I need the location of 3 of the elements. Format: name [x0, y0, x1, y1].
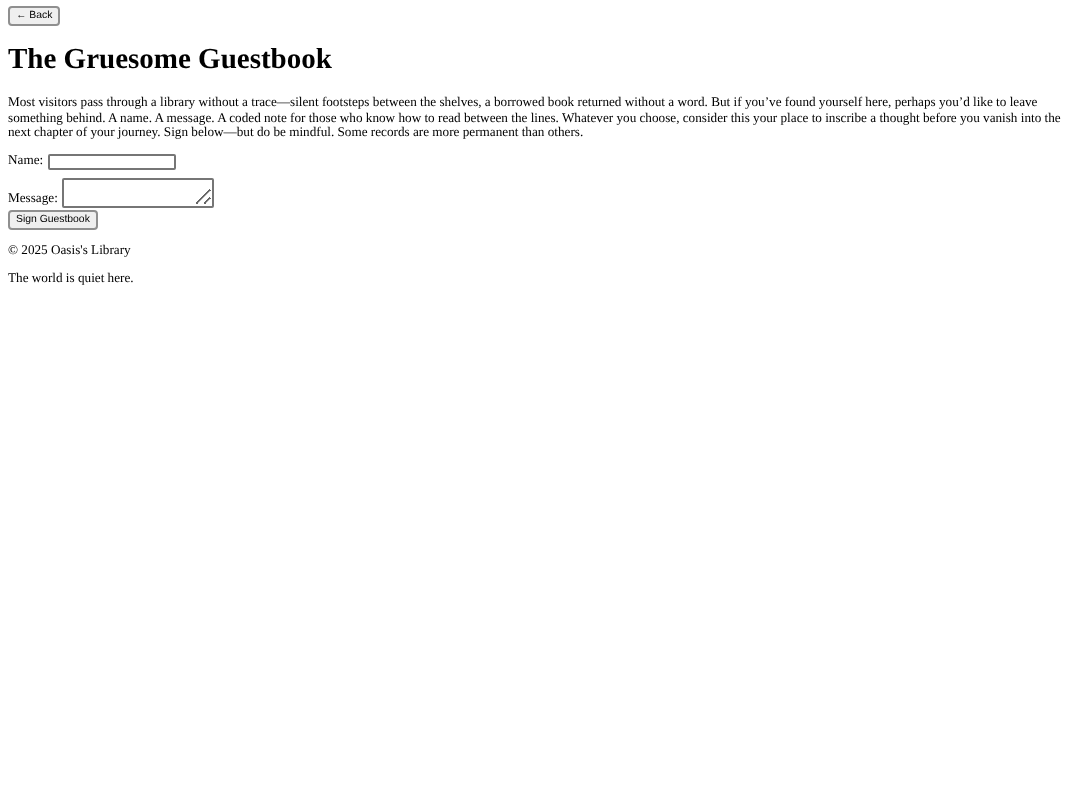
name-field[interactable] — [47, 154, 176, 171]
message-field[interactable] — [61, 178, 214, 209]
page-title: The Gruesome Guestbook — [8, 44, 334, 78]
